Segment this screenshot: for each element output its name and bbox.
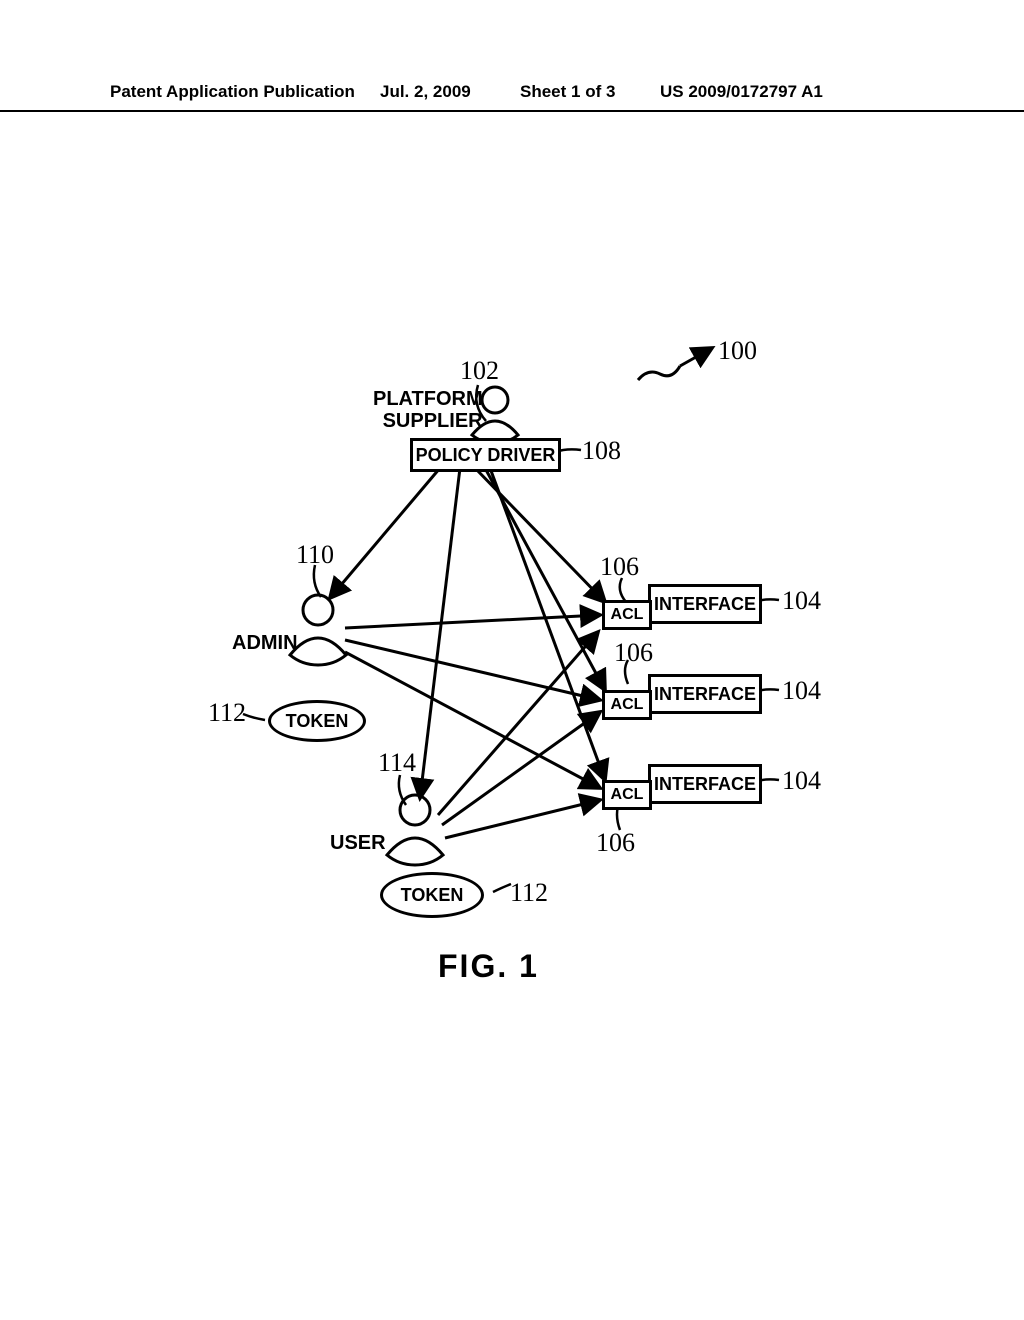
box-policy-driver-label: POLICY DRIVER <box>416 445 556 466</box>
ellipse-token-user-label: TOKEN <box>401 885 464 906</box>
ref-112-user: 112 <box>510 878 548 908</box>
page: Patent Application Publication Jul. 2, 2… <box>0 0 1024 1320</box>
box-acl-1-label: ACL <box>611 606 644 624</box>
label-admin: ADMIN <box>232 632 298 655</box>
ref-104-a: 104 <box>782 586 821 616</box>
ref-100: 100 <box>718 336 757 366</box>
box-interface-1-label: INTERFACE <box>654 594 756 615</box>
ref-106-c: 106 <box>596 828 635 858</box>
box-interface-1: INTERFACE <box>648 584 762 624</box>
figure-caption: FIG. 1 <box>438 948 539 985</box>
ellipse-token-admin: TOKEN <box>268 700 366 742</box>
box-acl-2-label: ACL <box>611 696 644 714</box>
box-policy-driver: POLICY DRIVER <box>410 438 561 472</box>
box-acl-1: ACL <box>602 600 652 630</box>
ref-106-a: 106 <box>600 552 639 582</box>
header-publication-type: Patent Application Publication <box>110 82 355 102</box>
ref-108: 108 <box>582 436 621 466</box>
ref-104-b: 104 <box>782 676 821 706</box>
box-interface-3: INTERFACE <box>648 764 762 804</box>
ref-110: 110 <box>296 540 334 570</box>
box-interface-2: INTERFACE <box>648 674 762 714</box>
ref-102: 102 <box>460 356 499 386</box>
ellipse-token-user: TOKEN <box>380 872 484 918</box>
box-interface-2-label: INTERFACE <box>654 684 756 705</box>
box-acl-3: ACL <box>602 780 652 810</box>
label-platform-supplier: PLATFORM SUPPLIER <box>373 388 483 432</box>
box-acl-3-label: ACL <box>611 786 644 804</box>
ref-114: 114 <box>378 748 416 778</box>
header-publication-number: US 2009/0172797 A1 <box>660 82 823 102</box>
page-header: Patent Application Publication Jul. 2, 2… <box>0 82 1024 112</box>
ellipse-token-admin-label: TOKEN <box>286 711 349 732</box>
header-sheet: Sheet 1 of 3 <box>520 82 615 102</box>
label-user: USER <box>330 832 386 855</box>
ref-112-admin: 112 <box>208 698 246 728</box>
header-date: Jul. 2, 2009 <box>380 82 471 102</box>
box-acl-2: ACL <box>602 690 652 720</box>
box-interface-3-label: INTERFACE <box>654 774 756 795</box>
ref-106-b: 106 <box>614 638 653 668</box>
diagram-lines <box>0 0 1024 1320</box>
ref-104-c: 104 <box>782 766 821 796</box>
